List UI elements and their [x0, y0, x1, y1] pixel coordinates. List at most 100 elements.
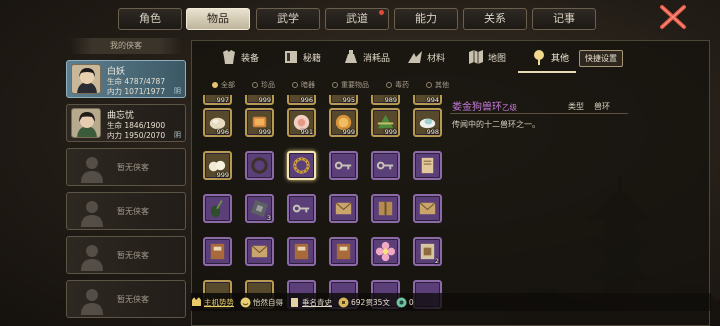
- category-tab-materials[interactable]: 材料: [406, 46, 445, 68]
- item-slot[interactable]: 999: [329, 108, 358, 137]
- item-slot[interactable]: 998: [413, 108, 442, 137]
- book-icon: [210, 243, 225, 260]
- item-slot[interactable]: [371, 194, 400, 223]
- companion-card[interactable]: 白妖 生命 4787/4787 内力 1071/1977 阴: [66, 60, 186, 98]
- item-slot[interactable]: [287, 237, 316, 266]
- status-label: 怡然自得: [253, 297, 283, 307]
- item-slot[interactable]: 989: [371, 95, 400, 105]
- status-label: 垂名青史: [302, 297, 332, 307]
- item-slot[interactable]: 999: [203, 151, 232, 180]
- item-slot[interactable]: 996: [287, 95, 316, 105]
- item-slot[interactable]: [287, 194, 316, 223]
- item-count: 997: [216, 96, 229, 104]
- selected-item-slot[interactable]: [287, 151, 316, 180]
- tab-martial-way[interactable]: 武道: [325, 8, 389, 30]
- letter-icon: [335, 202, 352, 215]
- category-tabs: 装备 秘籍 消耗品 材料 地图 其他 快捷设置: [192, 41, 711, 73]
- empty-companion-slot[interactable]: 暂无侠客: [66, 280, 186, 318]
- item-slot[interactable]: [329, 194, 358, 223]
- letter-icon: [419, 202, 436, 215]
- category-tab-consumables[interactable]: 消耗品: [342, 46, 390, 68]
- empty-companion-slot[interactable]: 暂无侠客: [66, 236, 186, 274]
- radio-icon: [292, 82, 298, 88]
- filter-all[interactable]: 全部: [212, 79, 235, 91]
- status-bar: 主机势势 怡然自得 垂名青史 692贯35文 0: [191, 293, 711, 311]
- status-fame[interactable]: 垂名青史: [289, 297, 332, 308]
- tab-character[interactable]: 角色: [118, 8, 182, 30]
- item-count: 3: [266, 214, 271, 222]
- tab-martial-arts[interactable]: 武学: [256, 8, 320, 30]
- tab-label: 角色: [139, 12, 161, 25]
- status-leader[interactable]: 主机势势: [191, 296, 234, 308]
- item-slot[interactable]: [371, 151, 400, 180]
- item-slot[interactable]: 997: [203, 95, 232, 105]
- item-count: 991: [300, 128, 313, 136]
- tab-label: 关系: [484, 12, 506, 25]
- status-label: 692贯35文: [351, 297, 390, 307]
- item-slot[interactable]: [413, 194, 442, 223]
- person-silhouette-icon: [81, 245, 103, 271]
- category-label: 其他: [551, 53, 570, 64]
- person-silhouette-icon: [81, 289, 103, 315]
- material-icon: [408, 51, 422, 63]
- companion-mp: 内力 1950/2070: [107, 131, 166, 140]
- item-slot[interactable]: [203, 237, 232, 266]
- item-slot[interactable]: [245, 237, 274, 266]
- item-slot[interactable]: 991: [287, 108, 316, 137]
- item-slot[interactable]: 996: [203, 108, 232, 137]
- close-icon[interactable]: [656, 3, 690, 31]
- companion-tag: 阴: [174, 131, 181, 139]
- parcel-icon: [378, 201, 393, 216]
- empty-slot-label: 暂无侠客: [117, 207, 149, 216]
- item-slot[interactable]: 994: [413, 95, 442, 105]
- item-slot[interactable]: 2: [413, 237, 442, 266]
- filter-treasure[interactable]: 珍品: [252, 79, 275, 91]
- tab-journal[interactable]: 记事: [532, 8, 596, 30]
- scroll-icon: [421, 157, 434, 174]
- tab-label: 武学: [277, 12, 299, 25]
- empty-companion-slot[interactable]: 暂无侠客: [66, 192, 186, 230]
- shortcut-settings-button[interactable]: 快捷设置: [579, 50, 623, 67]
- category-tab-manuals[interactable]: 秘籍: [282, 46, 321, 68]
- filter-bar: 全部 珍品 暗器 重要物品 毒药 其他: [212, 79, 449, 91]
- item-slot[interactable]: [329, 151, 358, 180]
- book-icon: [285, 51, 297, 63]
- item-slot[interactable]: 999: [245, 108, 274, 137]
- item-count: 996: [300, 96, 313, 104]
- item-count: 998: [426, 128, 439, 136]
- key-icon: [376, 161, 394, 170]
- item-slot[interactable]: [245, 151, 274, 180]
- armor-icon: [223, 50, 235, 64]
- item-slot[interactable]: [413, 151, 442, 180]
- book-icon: [294, 243, 309, 260]
- other-icon: [534, 50, 544, 65]
- item-slot[interactable]: 999: [245, 95, 274, 105]
- item-slot[interactable]: [329, 237, 358, 266]
- filter-key-items[interactable]: 重要物品: [332, 79, 369, 91]
- tab-ability[interactable]: 能力: [394, 8, 458, 30]
- filter-label: 全部: [221, 81, 235, 89]
- category-tab-map[interactable]: 地图: [467, 46, 506, 68]
- companion-card[interactable]: 曲忘忧 生命 1846/1900 内力 1950/2070 阴: [66, 104, 186, 142]
- tab-items[interactable]: 物品: [186, 8, 250, 30]
- category-tab-equipment[interactable]: 装备: [220, 46, 259, 68]
- filter-label: 其他: [435, 81, 449, 89]
- filter-poison[interactable]: 毒药: [386, 79, 409, 91]
- item-slot[interactable]: 3: [245, 194, 274, 223]
- item-slot[interactable]: 995: [329, 95, 358, 105]
- filter-label: 珍品: [261, 81, 275, 89]
- item-grid: 997 999 996 995 989 994 996 999 991 999 999 998 999 3…: [200, 95, 448, 326]
- radio-icon: [212, 82, 218, 88]
- item-slot[interactable]: [371, 237, 400, 266]
- companion-panel: 我的侠客 白妖 生命 4787/4787 内力 1071/1977 阴 曲忘忧 …: [66, 38, 186, 326]
- book-icon: [336, 243, 351, 260]
- empty-companion-slot[interactable]: 暂无侠客: [66, 148, 186, 186]
- filter-hidden-weapons[interactable]: 暗器: [292, 79, 315, 91]
- item-count: 994: [426, 96, 439, 104]
- filter-other[interactable]: 其他: [426, 79, 449, 91]
- category-tab-other[interactable]: 其他: [530, 46, 569, 68]
- person-silhouette-icon: [81, 157, 103, 183]
- item-slot[interactable]: [203, 194, 232, 223]
- tab-relations[interactable]: 关系: [463, 8, 527, 30]
- item-slot[interactable]: 999: [371, 108, 400, 137]
